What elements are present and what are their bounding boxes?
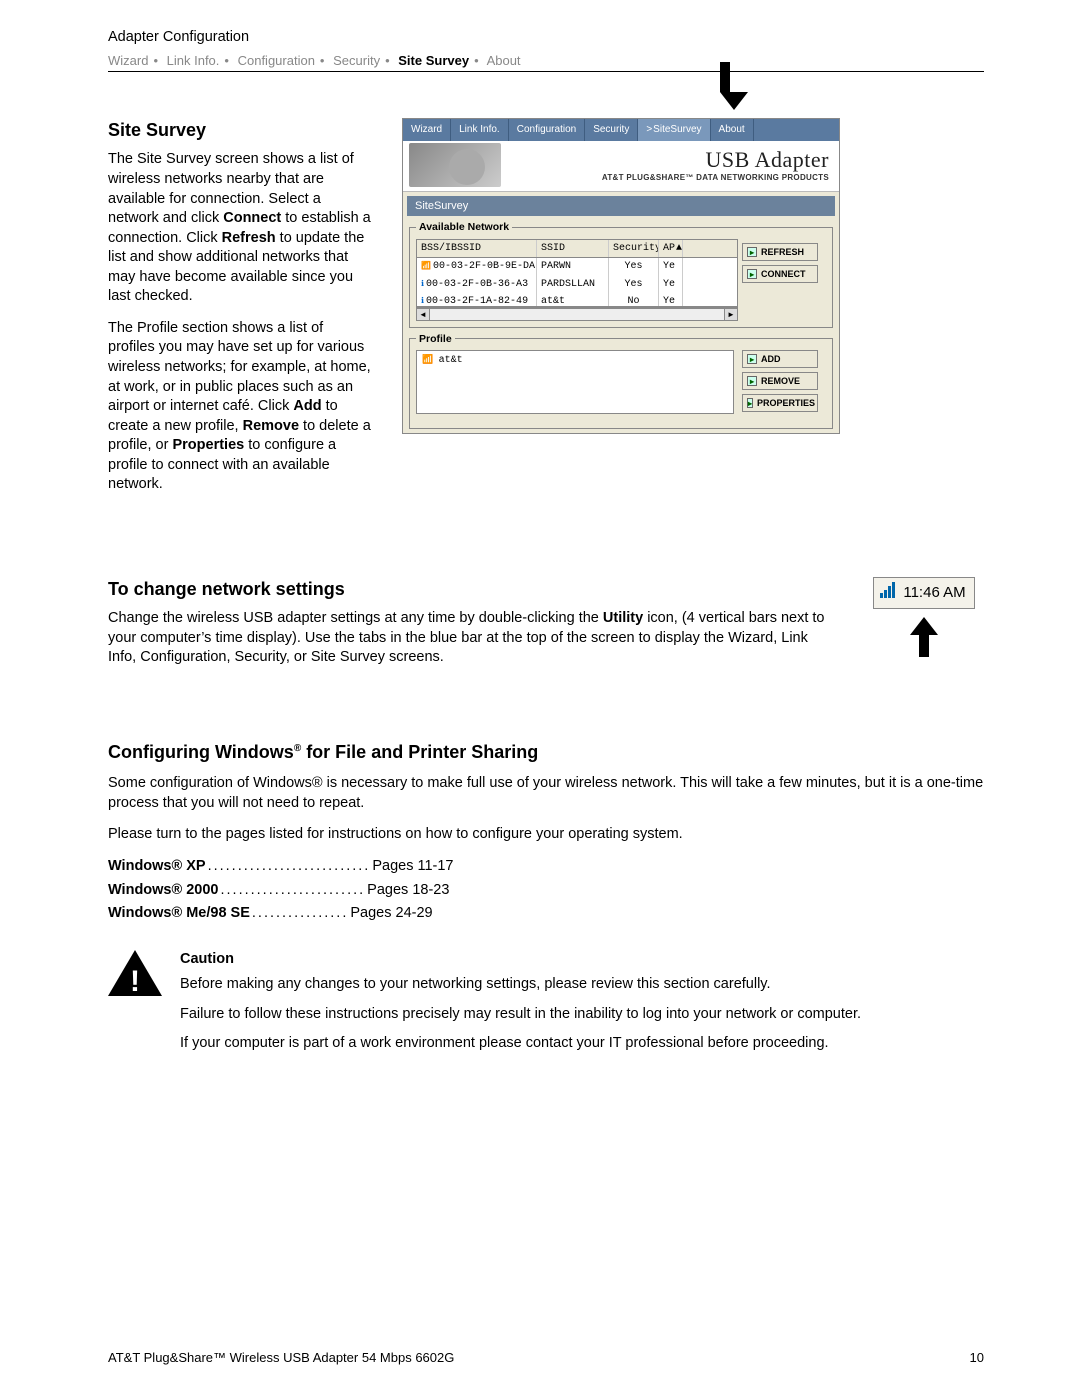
section-bar: SiteSurvey bbox=[407, 196, 835, 217]
table-header: BSS/IBSSID SSID Security AP▲ bbox=[417, 240, 737, 259]
signal-bars-icon[interactable] bbox=[880, 582, 895, 604]
available-network-fieldset: Available Network BSS/IBSSID SSID Securi… bbox=[409, 220, 833, 327]
add-button[interactable]: ▸ADD bbox=[742, 350, 818, 368]
profile-list[interactable]: at&t bbox=[416, 350, 734, 414]
caution-paragraph-1: Before making any changes to your networ… bbox=[180, 975, 861, 995]
crumb-configuration: Configuration bbox=[238, 53, 315, 68]
banner-photo bbox=[409, 143, 501, 187]
table-row[interactable]: 00-03-2F-1A-82-49at&tNoYe bbox=[417, 293, 737, 307]
col-ap[interactable]: AP▲ bbox=[659, 240, 683, 258]
connect-button[interactable]: ▸CONNECT bbox=[742, 265, 818, 283]
page-footer: AT&T Plug&Share™ Wireless USB Adapter 54… bbox=[108, 1349, 984, 1367]
available-network-legend: Available Network bbox=[416, 220, 512, 234]
caution-paragraph-3: If your computer is part of a work envir… bbox=[180, 1034, 861, 1054]
profile-legend: Profile bbox=[416, 332, 455, 346]
system-tray: 11:46 AM bbox=[873, 577, 974, 609]
tab-wizard[interactable]: Wizard bbox=[403, 119, 451, 141]
configuring-windows-heading: Configuring Windows® for File and Printe… bbox=[108, 740, 984, 764]
properties-button[interactable]: ▸PROPERTIES bbox=[742, 394, 818, 412]
toc-list: Windows® XP...........................Pa… bbox=[108, 857, 984, 924]
network-table[interactable]: BSS/IBSSID SSID Security AP▲ 00-03-2F-0B… bbox=[416, 239, 738, 307]
change-settings-paragraph: Change the wireless USB adapter settings… bbox=[108, 609, 836, 668]
arrow-up-icon bbox=[910, 617, 938, 657]
caution-title: Caution bbox=[180, 950, 861, 970]
col-ssid[interactable]: SSID bbox=[537, 240, 609, 258]
toc-line-me98: Windows® Me/98 SE................Pages 2… bbox=[108, 904, 984, 924]
play-icon: ▸ bbox=[747, 354, 757, 364]
play-icon: ▸ bbox=[747, 376, 757, 386]
site-survey-heading: Site Survey bbox=[108, 118, 372, 142]
tab-about[interactable]: About bbox=[711, 119, 754, 141]
remove-button[interactable]: ▸REMOVE bbox=[742, 372, 818, 390]
app-banner: USB Adapter AT&T PLUG&SHARE™ DATA NETWOR… bbox=[403, 141, 839, 192]
caution-box: ! Caution Before making any changes to y… bbox=[108, 950, 984, 1064]
crumb-site-survey: Site Survey bbox=[398, 53, 469, 68]
crumb-security: Security bbox=[333, 53, 380, 68]
footer-page-number: 10 bbox=[970, 1349, 984, 1367]
col-bss[interactable]: BSS/IBSSID bbox=[417, 240, 537, 258]
winshare-paragraph-1: Some configuration of Windows® is necess… bbox=[108, 774, 984, 813]
app-tab-bar: Wizard Link Info. Configuration Security… bbox=[403, 119, 839, 141]
site-survey-paragraph-2: The Profile section shows a list of prof… bbox=[108, 319, 372, 495]
tab-site-survey[interactable]: SiteSurvey bbox=[638, 119, 710, 141]
scroll-left-button[interactable]: ◄ bbox=[416, 308, 430, 321]
refresh-button[interactable]: ▸REFRESH bbox=[742, 243, 818, 261]
table-row[interactable]: 00-03-2F-0B-36-A3PARDSLLANYesYe bbox=[417, 276, 737, 294]
breadcrumb: Wizard• Link Info.• Configuration• Secur… bbox=[108, 52, 984, 70]
toc-line-xp: Windows® XP...........................Pa… bbox=[108, 857, 984, 877]
divider bbox=[108, 71, 984, 72]
footer-product: AT&T Plug&Share™ Wireless USB Adapter 54… bbox=[108, 1349, 454, 1367]
tab-security[interactable]: Security bbox=[585, 119, 638, 141]
profile-fieldset: Profile at&t ▸ADD ▸REMOVE ▸PROPERTIES bbox=[409, 332, 833, 429]
banner-title: USB Adapter bbox=[501, 145, 829, 175]
banner-subtitle: AT&T PLUG&SHARE™ DATA NETWORKING PRODUCT… bbox=[501, 173, 829, 184]
col-security[interactable]: Security bbox=[609, 240, 659, 258]
play-icon: ▸ bbox=[747, 269, 757, 279]
winshare-paragraph-2: Please turn to the pages listed for inst… bbox=[108, 825, 984, 845]
change-settings-heading: To change network settings bbox=[108, 577, 836, 601]
tab-link-info[interactable]: Link Info. bbox=[451, 119, 509, 141]
scroll-right-button[interactable]: ► bbox=[724, 308, 738, 321]
play-icon: ▸ bbox=[747, 247, 757, 257]
table-row[interactable]: 00-03-2F-0B-9E-DAPARWNYesYe bbox=[417, 258, 737, 276]
page-header-title: Adapter Configuration bbox=[108, 28, 984, 48]
toc-line-2000: Windows® 2000........................Pag… bbox=[108, 881, 984, 901]
crumb-about: About bbox=[487, 53, 521, 68]
play-icon: ▸ bbox=[747, 398, 753, 408]
scroll-track[interactable] bbox=[430, 308, 724, 321]
horizontal-scrollbar[interactable]: ◄ ► bbox=[416, 307, 738, 321]
crumb-link-info: Link Info. bbox=[167, 53, 220, 68]
tray-clock: 11:46 AM bbox=[903, 583, 965, 603]
caution-paragraph-2: Failure to follow these instructions pre… bbox=[180, 1005, 861, 1025]
crumb-wizard: Wizard bbox=[108, 53, 148, 68]
app-window-screenshot: Wizard Link Info. Configuration Security… bbox=[402, 118, 840, 434]
tab-configuration[interactable]: Configuration bbox=[509, 119, 585, 141]
site-survey-paragraph-1: The Site Survey screen shows a list of w… bbox=[108, 150, 372, 307]
caution-triangle-icon: ! bbox=[108, 950, 162, 998]
profile-item[interactable]: at&t bbox=[439, 355, 463, 366]
